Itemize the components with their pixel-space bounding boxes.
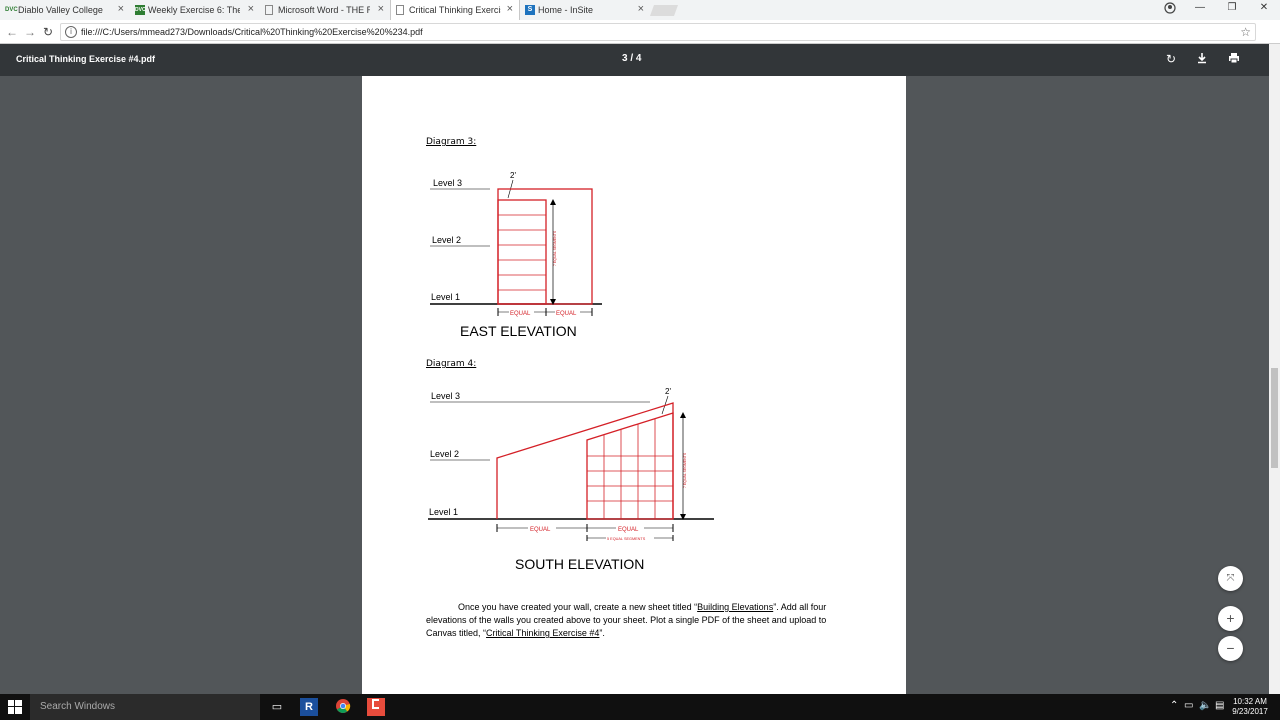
east-offset-label: 2' [510, 171, 516, 180]
sheet-name-text: Building Elevations [697, 602, 774, 612]
south-equal-left: EQUAL [530, 527, 551, 533]
south-grid-lines [587, 419, 673, 519]
clock-date: 9/23/2017 [1232, 707, 1268, 716]
tab-title: Home - InSite [538, 5, 594, 15]
tray-chevron-icon[interactable]: ⌃ [1170, 700, 1178, 711]
south-offset-label: 2' [665, 387, 671, 396]
close-icon[interactable]: × [248, 3, 254, 15]
screencast-app-icon[interactable] [367, 698, 385, 716]
tab-diablo-valley[interactable]: DVC Diablo Valley College × [0, 0, 130, 20]
south-elevation-title: SOUTH ELEVATION [515, 556, 644, 572]
chrome-icon[interactable] [334, 698, 352, 716]
url-input[interactable]: i file:///C:/Users/mmead273/Downloads/Cr… [60, 23, 1256, 41]
revit-icon[interactable]: R [300, 698, 318, 716]
para-text-3: ”. [599, 628, 605, 638]
volume-icon[interactable]: 🔈 [1199, 700, 1211, 711]
windows-taskbar: Search Windows ▭ R ⌃ ▭ 🔈 ▤ 10:32 AM 9/23… [0, 694, 1280, 720]
tab-critical-thinking[interactable]: Critical Thinking Exercise × [390, 0, 520, 20]
zoom-out-button[interactable]: − [1218, 636, 1243, 661]
restore-icon[interactable]: ❐ [1224, 2, 1240, 16]
document-icon [396, 5, 404, 15]
dvc-favicon-icon: DVC [135, 5, 146, 15]
east-equal-right: EQUAL [556, 311, 577, 317]
taskbar-search-box[interactable]: Search Windows [30, 694, 260, 720]
south-segments-horiz-label: 5 EQUAL SEGMENTS [607, 537, 646, 541]
pdf-page: Diagram 3: Level 3 Level 2 Level 1 2' 7 … [362, 76, 906, 694]
new-tab-button[interactable] [649, 5, 679, 16]
east-equal-left: EQUAL [510, 311, 531, 317]
close-icon[interactable]: × [118, 3, 124, 15]
download-icon[interactable] [1194, 52, 1210, 68]
minimize-icon[interactable]: — [1192, 2, 1208, 16]
south-equal-right: EQUAL [618, 527, 639, 533]
dvc-favicon-icon: DVC [5, 7, 18, 13]
pdf-title: Critical Thinking Exercise #4.pdf [16, 54, 156, 64]
diagram4-label: Diagram 4: [426, 359, 477, 369]
zoom-in-button[interactable]: + [1218, 606, 1243, 631]
south-elevation-diagram: Level 3 Level 2 Level 1 2' 7 EQUAL SEGME… [428, 387, 714, 572]
tab-title: Weekly Exercise 6: The R [148, 5, 240, 15]
east-elevation-diagram: Level 3 Level 2 Level 1 2' 7 EQUAL SEGME… [430, 171, 602, 339]
para-text-1: Once you have created your wall, create … [458, 602, 698, 612]
action-center-icon[interactable]: ▤ [1215, 700, 1224, 711]
south-level2-label: Level 2 [430, 449, 459, 459]
close-icon[interactable]: × [378, 3, 384, 15]
profile-icon[interactable] [1162, 2, 1178, 16]
tab-weekly-exercise[interactable]: DVC Weekly Exercise 6: The R × [130, 0, 260, 20]
south-level3-label: Level 3 [431, 391, 460, 401]
windows-start-icon[interactable] [8, 700, 22, 714]
tab-strip: DVC Diablo Valley College × DVC Weekly E… [0, 0, 1280, 20]
close-window-icon[interactable]: ✕ [1256, 2, 1272, 16]
tab-microsoft-word[interactable]: Microsoft Word - THE RE × [260, 0, 390, 20]
east-elevation-title: EAST ELEVATION [460, 323, 577, 339]
fit-to-page-icon[interactable]: ⤧ [1218, 566, 1243, 591]
east-grid-lines [498, 214, 546, 291]
address-bar: ← → ↻ i file:///C:/Users/mmead273/Downlo… [0, 20, 1280, 44]
close-icon[interactable]: × [638, 3, 644, 15]
east-level1-label: Level 1 [431, 292, 460, 302]
page-indicator[interactable]: 3 / 4 [622, 53, 641, 64]
east-level3-label: Level 3 [433, 178, 462, 188]
south-level1-label: Level 1 [429, 507, 458, 517]
document-icon [265, 5, 273, 15]
bookmark-star-icon[interactable]: ☆ [1240, 25, 1251, 39]
sharepoint-icon: S [525, 5, 535, 15]
task-view-icon[interactable]: ▭ [268, 698, 286, 716]
close-icon[interactable]: × [507, 3, 513, 15]
tab-home-insite[interactable]: S Home - InSite × [520, 0, 650, 20]
reload-icon[interactable]: ↻ [40, 24, 56, 40]
network-icon[interactable]: ▭ [1184, 700, 1193, 711]
east-level2-label: Level 2 [432, 235, 461, 245]
instructions-paragraph: Once you have created your wall, create … [426, 601, 842, 640]
page-scrollbar[interactable] [1269, 44, 1280, 694]
search-placeholder[interactable]: Search Windows [40, 701, 115, 712]
south-segments-vert-label: 7 EQUAL SEGMENTS [683, 452, 687, 488]
clock-time: 10:32 AM [1233, 697, 1267, 706]
back-icon[interactable]: ← [4, 24, 20, 40]
canvas-title-text: Critical Thinking Exercise #4 [486, 628, 600, 638]
pdf-toolbar: Critical Thinking Exercise #4.pdf 3 / 4 … [0, 44, 1280, 76]
diagram3-label: Diagram 3: [426, 137, 477, 147]
scrollbar-thumb[interactable] [1271, 368, 1278, 468]
east-segments-label: 7 EQUAL SEGMENTS [553, 230, 557, 266]
info-icon[interactable]: i [65, 26, 77, 38]
tab-title: Diablo Valley College [18, 5, 103, 15]
system-clock[interactable]: 10:32 AM 9/23/2017 [1228, 697, 1272, 717]
url-text[interactable]: file:///C:/Users/mmead273/Downloads/Crit… [81, 27, 423, 37]
forward-icon[interactable]: → [22, 24, 38, 40]
tab-title: Microsoft Word - THE RE [278, 5, 370, 15]
rotate-icon[interactable]: ↻ [1163, 52, 1179, 68]
tab-title: Critical Thinking Exercise [409, 5, 501, 15]
print-icon[interactable] [1226, 52, 1242, 68]
